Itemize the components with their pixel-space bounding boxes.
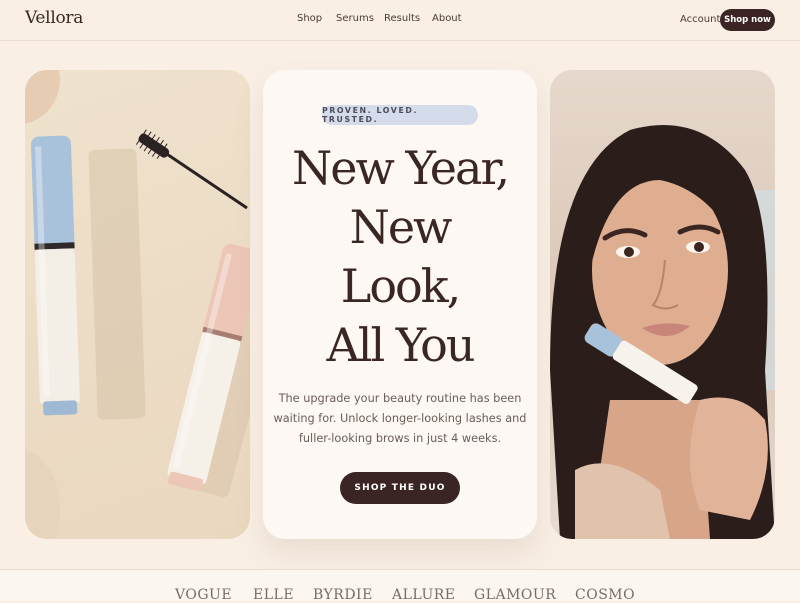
hero-headline-line-3: Look, — [340, 259, 461, 313]
hero-headline-line-2: New — [349, 200, 453, 254]
model-portrait-illustration — [550, 125, 775, 539]
brand-logo[interactable]: Vellora — [25, 8, 83, 28]
shop-now-button[interactable]: Shop now — [720, 9, 775, 31]
nav-link-serums[interactable]: Serums — [336, 13, 374, 24]
model-image-card — [550, 70, 775, 539]
press-logo-elle: ELLE — [253, 587, 295, 603]
hero-headline-line-1: New Year, — [291, 141, 510, 195]
hero-subtext-line-2: waiting for. Unlock longer-looking lashe… — [273, 412, 527, 425]
mascara-product-illustration — [25, 70, 250, 539]
press-logo-cosmo: COSMO — [575, 587, 636, 603]
press-logo-allure: ALLURE — [392, 587, 456, 603]
press-logo-byrdie: BYRDIE — [313, 587, 373, 603]
shop-the-duo-button[interactable]: SHOP THE DUO — [340, 472, 460, 504]
nav-link-shop[interactable]: Shop — [297, 13, 322, 24]
top-navigation-bar: Vellora Shop Serums Results About Accoun… — [0, 0, 800, 41]
nav-link-results[interactable]: Results — [384, 13, 420, 24]
press-logo-vogue: VOGUE — [175, 587, 233, 603]
trust-badge: PROVEN. LOVED. TRUSTED. — [322, 105, 478, 125]
nav-link-about[interactable]: About — [432, 13, 462, 24]
hero-subtext-line-1: The upgrade your beauty routine has been — [278, 392, 522, 405]
press-logo-glamour: GLAMOUR — [474, 587, 557, 603]
hero-headline-line-4: All You — [326, 318, 476, 372]
hero-subtext-line-3: fuller-looking brows in just 4 weeks. — [298, 432, 502, 445]
account-link[interactable]: Account — [680, 14, 720, 25]
product-image-card — [25, 70, 250, 539]
